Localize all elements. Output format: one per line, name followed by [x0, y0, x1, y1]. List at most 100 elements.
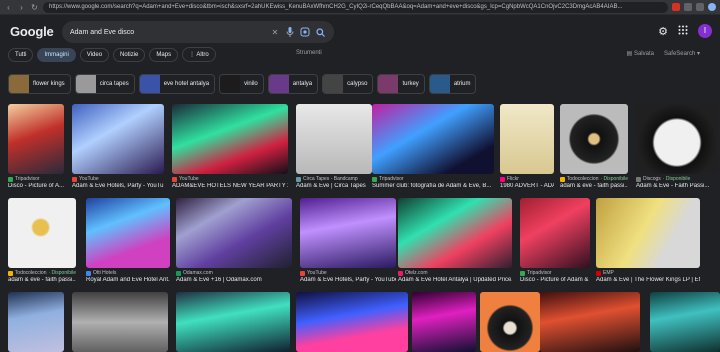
result-thumbnail[interactable]: [8, 292, 64, 352]
image-result[interactable]: Otelz.com Adam & Eve Hotel Antalya | Upda…: [398, 198, 512, 283]
image-result[interactable]: Todocoleccion · Disponibile adam & eve - …: [8, 198, 76, 283]
image-result[interactable]: [480, 292, 540, 352]
result-thumbnail[interactable]: [480, 292, 540, 352]
tab-images[interactable]: Immagini: [37, 47, 76, 62]
tab-all[interactable]: Tutti: [8, 47, 34, 62]
result-thumbnail[interactable]: [398, 198, 512, 268]
image-result[interactable]: [8, 292, 64, 352]
image-result[interactable]: [540, 292, 640, 352]
address-bar[interactable]: https://www.google.com/search?q=Adam+and…: [43, 1, 668, 13]
extension-icon[interactable]: [684, 3, 692, 11]
tab-more[interactable]: ⋮ Altro: [182, 47, 216, 62]
result-title[interactable]: Adam & Eve +16 | Odamax.com: [176, 277, 292, 283]
image-result[interactable]: Discogs · Disponibile Adam & Eve - Faith …: [636, 104, 718, 189]
result-thumbnail[interactable]: [540, 292, 640, 352]
result-thumbnail[interactable]: [296, 104, 372, 174]
result-title[interactable]: Disco - Picture of A...: [8, 183, 64, 189]
result-title[interactable]: 1980 ADVERT - ADA...: [500, 183, 554, 189]
image-result[interactable]: Tripadvisor Disco - Picture of A...: [8, 104, 64, 189]
result-title[interactable]: Royal Adam and Eve Hotel Ant...: [86, 277, 170, 283]
related-chip[interactable]: flower kings: [8, 74, 71, 94]
source-name: Todocoleccion: [14, 270, 47, 276]
image-result[interactable]: Flickr1980 ADVERT - ADA...: [500, 104, 554, 189]
result-thumbnail[interactable]: [412, 292, 476, 352]
extension-icon[interactable]: [696, 3, 704, 11]
back-icon[interactable]: ‹: [4, 3, 13, 12]
reload-icon[interactable]: ↻: [30, 3, 39, 12]
result-thumbnail[interactable]: [560, 104, 628, 174]
result-title[interactable]: Adam & Eve | Circa Tapes: [296, 183, 372, 189]
image-result[interactable]: Odamax.com Adam & Eve +16 | Odamax.com: [176, 198, 292, 283]
tab-video[interactable]: Video: [79, 47, 110, 62]
result-title[interactable]: adam & eve - faith passi...: [8, 277, 76, 283]
related-chips: flower kings circa tapes eve hotel antalya…: [8, 74, 477, 94]
apps-grid-icon[interactable]: [678, 25, 688, 38]
tab-news[interactable]: Notizie: [113, 47, 146, 62]
search-icon[interactable]: [314, 26, 326, 38]
result-thumbnail[interactable]: [8, 104, 64, 174]
lens-icon[interactable]: [299, 26, 311, 38]
saved-link[interactable]: ▤ Salvata: [627, 50, 654, 57]
result-title[interactable]: Disco - Picture of Adam & ...: [520, 277, 590, 283]
tab-maps[interactable]: Maps: [149, 47, 179, 62]
image-result[interactable]: [296, 292, 408, 352]
avatar[interactable]: I: [698, 24, 712, 38]
result-thumbnail[interactable]: [296, 292, 408, 352]
extension-icon[interactable]: [672, 3, 680, 11]
result-thumbnail[interactable]: [650, 292, 720, 352]
result-thumbnail[interactable]: [8, 198, 76, 268]
result-title[interactable]: adam & eve - faith passi...: [560, 183, 628, 189]
result-thumbnail[interactable]: [500, 104, 554, 174]
result-thumbnail[interactable]: [300, 198, 396, 268]
related-chip[interactable]: circa tapes: [74, 74, 135, 94]
gear-icon[interactable]: ⚙: [658, 25, 668, 38]
image-result[interactable]: YouTube Adam & Eve Hotels, Party - YouTu.…: [72, 104, 164, 189]
result-source: EMP: [596, 270, 700, 276]
source-name: EMP: [603, 270, 614, 276]
result-thumbnail[interactable]: [636, 104, 718, 174]
clear-icon[interactable]: ✕: [269, 26, 281, 38]
image-result[interactable]: Tripadvisor Disco - Picture of Adam & ...: [520, 198, 590, 283]
search-input[interactable]: Adam and Eve disco: [70, 29, 266, 36]
tools-button[interactable]: Strumenti: [296, 50, 322, 56]
image-result[interactable]: Tripadvisor Summer club: fotografía de Ad…: [372, 104, 494, 189]
image-result[interactable]: [72, 292, 168, 352]
result-title[interactable]: ADAM&EVE HOTELS NEW YEAR PARTY 20...: [172, 183, 288, 189]
related-chip[interactable]: atrium: [428, 74, 477, 94]
related-chip[interactable]: turkey: [377, 74, 425, 94]
result-title[interactable]: Adam & Eve Hotel Antalya | Updated Price…: [398, 277, 512, 283]
image-result[interactable]: Todocoleccion · Disponibile adam & eve - …: [560, 104, 628, 189]
image-result[interactable]: [176, 292, 290, 352]
result-thumbnail[interactable]: [86, 198, 170, 268]
result-thumbnail[interactable]: [176, 198, 292, 268]
image-result[interactable]: EMP Adam & Eve | The Flower Kings LP | EM…: [596, 198, 700, 283]
result-title[interactable]: Adam & Eve Hotels, Party - YouTu...: [72, 183, 164, 189]
image-result[interactable]: Circa Tapes - Bandcamp Adam & Eve | Circa…: [296, 104, 372, 189]
result-title[interactable]: Adam & Eve - Faith Passi...: [636, 183, 718, 189]
related-chip[interactable]: antalya: [267, 74, 319, 94]
forward-icon[interactable]: ›: [17, 3, 26, 12]
image-result[interactable]: Otti Hotels Royal Adam and Eve Hotel Ant.…: [86, 198, 170, 283]
result-title[interactable]: Adam & Eve Hotels, Party - YouTube: [300, 277, 396, 283]
safesearch-menu[interactable]: SafeSearch ▾: [664, 50, 700, 57]
related-chip[interactable]: calypso: [322, 74, 374, 94]
related-chip[interactable]: vinilo: [219, 74, 264, 94]
result-title[interactable]: Summer club: fotografía de Adam & Eve, B…: [372, 183, 494, 189]
result-thumbnail[interactable]: [520, 198, 590, 268]
related-chip[interactable]: eve hotel antalya: [138, 74, 216, 94]
profile-icon[interactable]: [708, 3, 716, 11]
google-logo[interactable]: Google: [10, 24, 54, 39]
result-thumbnail[interactable]: [176, 292, 290, 352]
image-result[interactable]: YouTube ADAM&EVE HOTELS NEW YEAR PARTY 20…: [172, 104, 288, 189]
result-thumbnail[interactable]: [72, 292, 168, 352]
result-title[interactable]: Adam & Eve | The Flower Kings LP | EMP: [596, 277, 700, 283]
result-thumbnail[interactable]: [72, 104, 164, 174]
result-thumbnail[interactable]: [172, 104, 288, 174]
microphone-icon[interactable]: [284, 26, 296, 38]
image-result[interactable]: YouTube Adam & Eve Hotels, Party - YouTub…: [300, 198, 396, 283]
search-box[interactable]: Adam and Eve disco ✕: [62, 21, 334, 43]
result-thumbnail[interactable]: [596, 198, 700, 268]
image-result[interactable]: [650, 292, 720, 352]
result-thumbnail[interactable]: [372, 104, 494, 174]
image-result[interactable]: [412, 292, 476, 352]
